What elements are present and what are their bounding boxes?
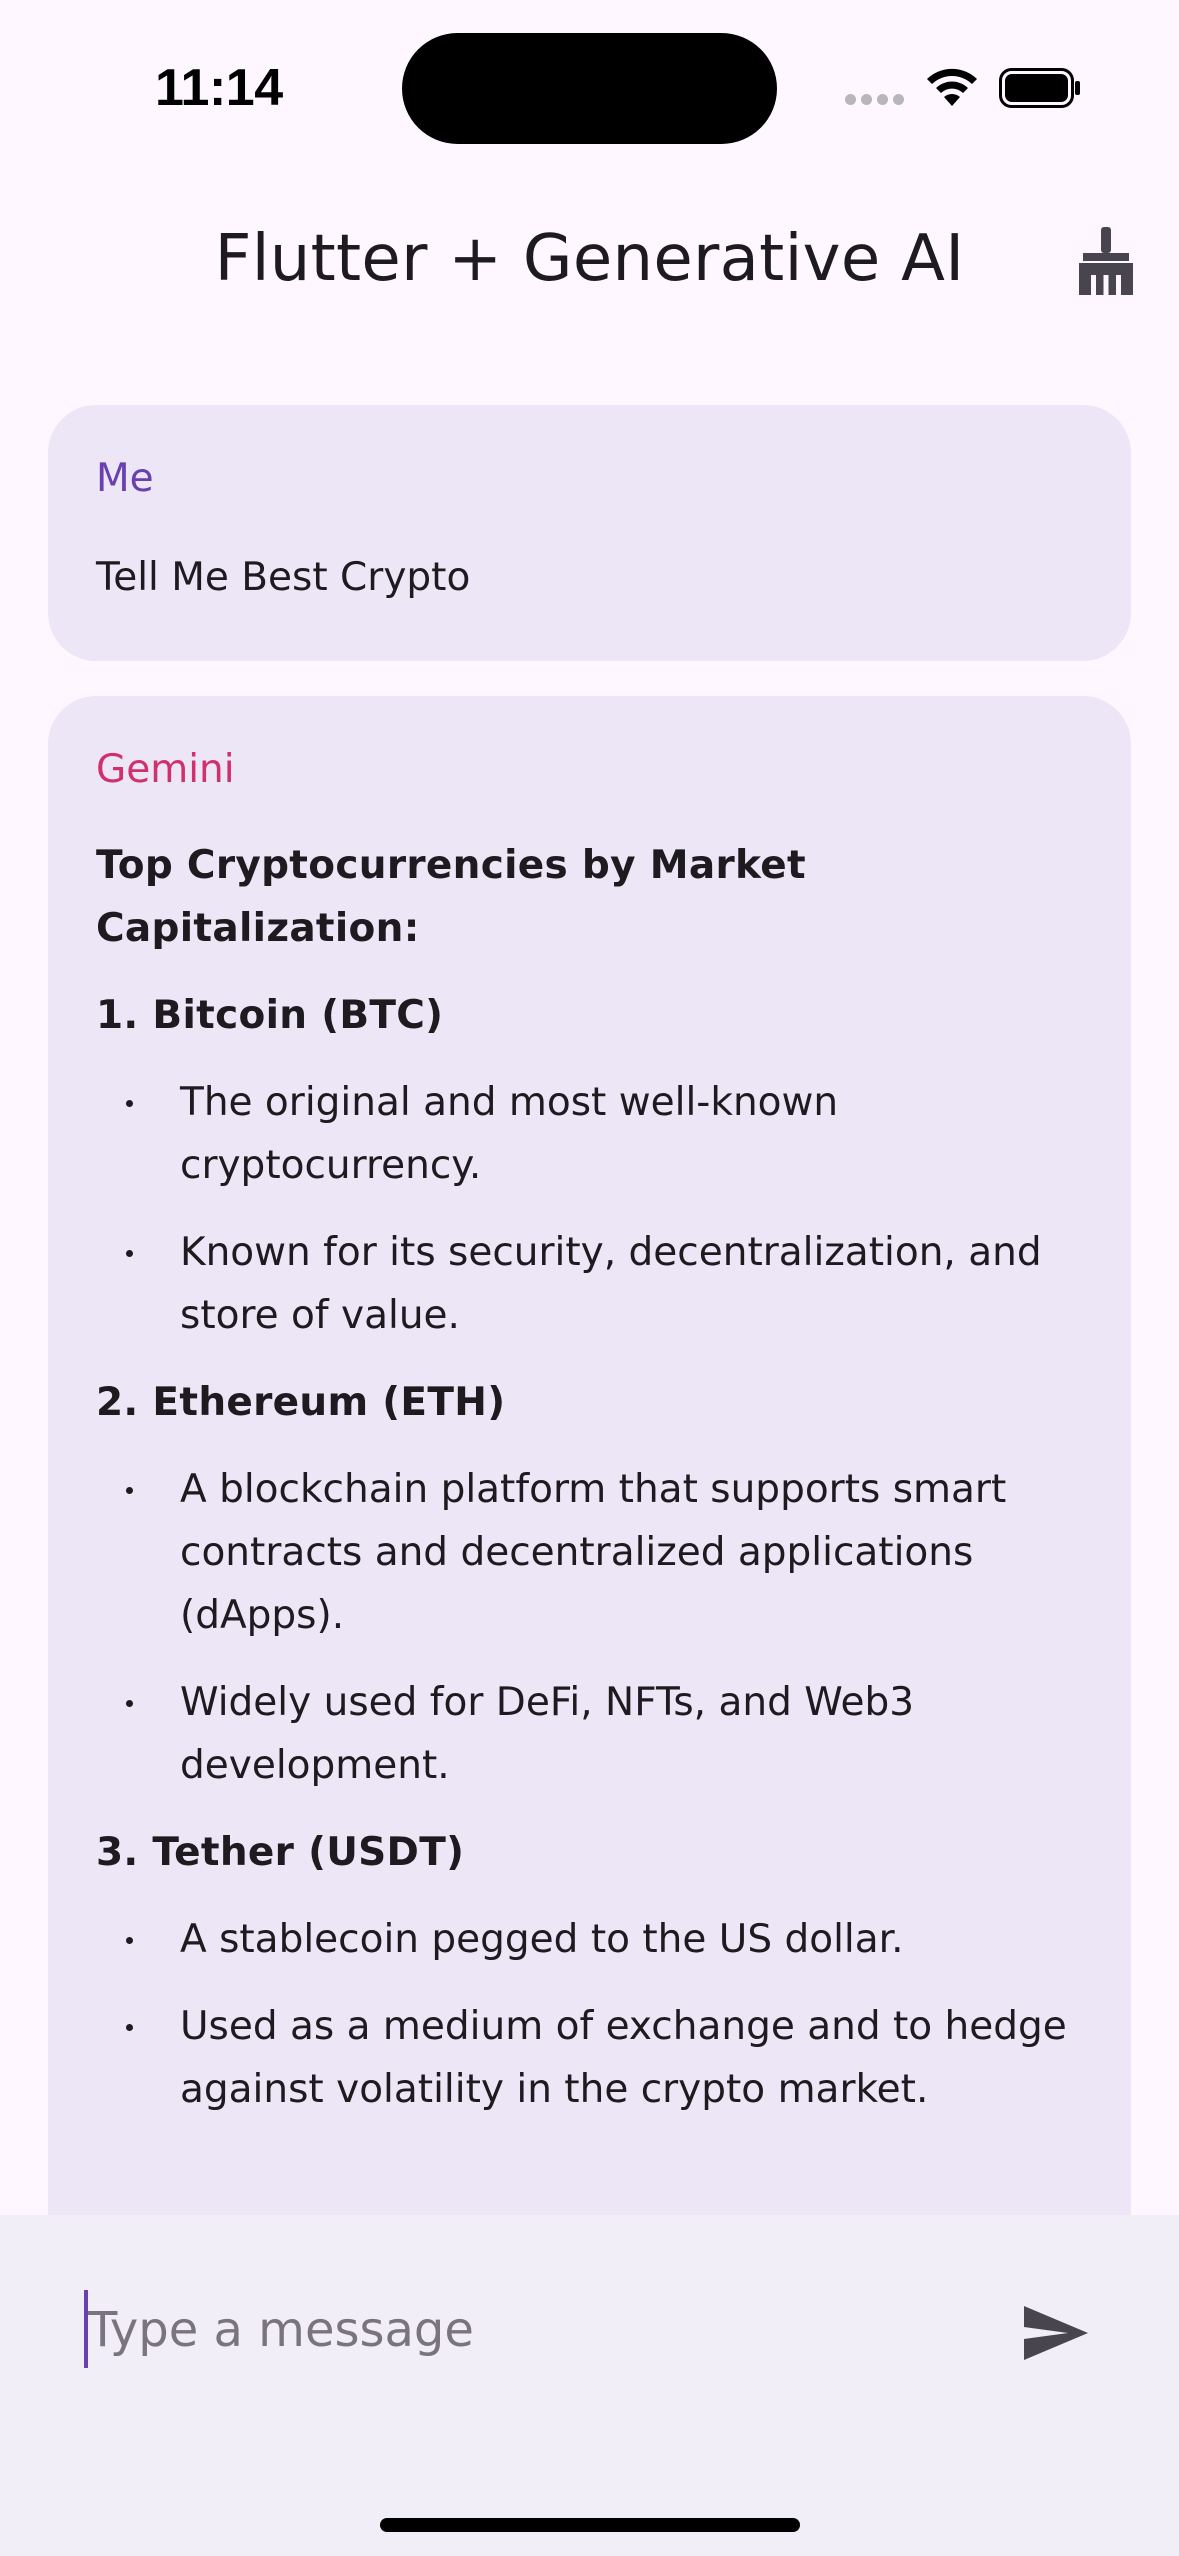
list-item-title: 3. Tether (USDT) [96,1830,465,1875]
dynamic-island [402,33,777,144]
bullet-point: Used as a medium of exchange and to hedg… [96,1995,1083,2121]
clear-chat-button[interactable] [1066,222,1146,302]
list-item-title: 2. Ethereum (ETH) [96,1380,506,1425]
bullet-point: The original and most well-known cryptoc… [96,1071,1083,1197]
broom-icon [1079,227,1133,295]
response-heading: Top Cryptocurrencies by Market Capitaliz… [96,843,806,951]
bullet-point: Known for its security, decentralization… [96,1221,1083,1347]
message-text: Tell Me Best Crypto [96,555,471,600]
bullet-point: A blockchain platform that supports smar… [96,1458,1083,1647]
sender-label: Me [96,456,154,501]
bullet-point: Widely used for DeFi, NFTs, and Web3 dev… [96,1671,1083,1797]
ai-message-bubble: Gemini Top Cryptocurrencies by Market Ca… [48,696,1131,2215]
status-time: 11:14 [155,59,283,117]
user-message-bubble: Me Tell Me Best Crypto [48,405,1131,661]
wifi-icon [927,68,977,106]
send-button[interactable] [1016,2293,1096,2373]
home-indicator [380,2518,800,2532]
battery-icon [999,68,1080,108]
bullet-point: A stablecoin pegged to the US dollar. [96,1908,1083,1971]
chat-list[interactable]: Me Tell Me Best Crypto Gemini Top Crypto… [0,340,1179,2215]
cellular-signal-icon [845,94,905,108]
send-icon [1024,2306,1088,2360]
app-title: Flutter + Generative AI [214,222,965,296]
list-item-title: 1. Bitcoin (BTC) [96,993,444,1038]
message-composer [0,2215,1179,2556]
ai-response: Top Cryptocurrencies by Market Capitaliz… [96,834,1083,2121]
sender-label: Gemini [96,747,235,792]
chat-screen: 11:14 Flutter + Generative AI Me Tell Me… [0,0,1179,2556]
message-input[interactable] [88,2285,968,2375]
